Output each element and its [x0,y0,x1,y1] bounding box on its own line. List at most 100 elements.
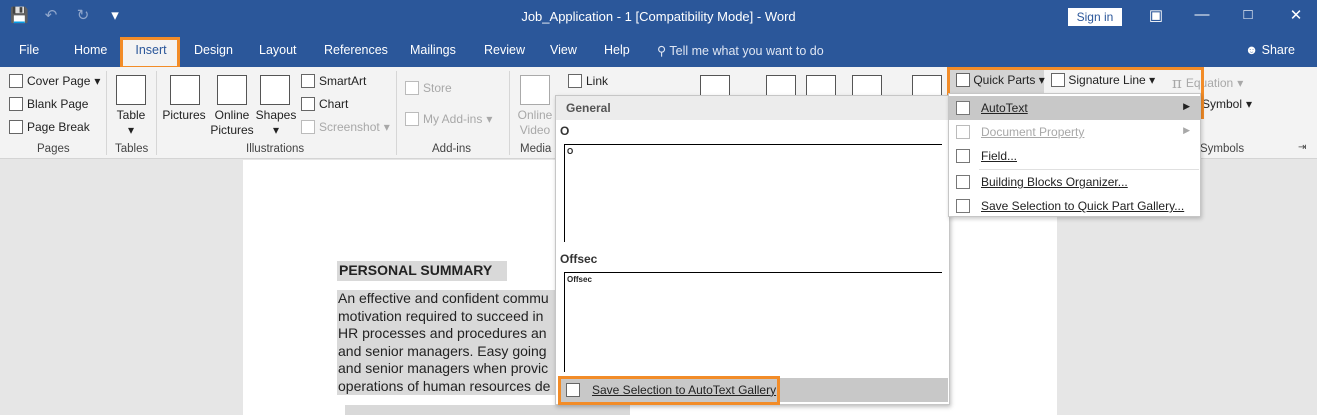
equation-button[interactable]: π Equation ▾ [1172,74,1243,92]
tab-mailings[interactable]: Mailings [410,43,456,57]
menu-item-label: AutoText [981,101,1028,115]
tab-home[interactable]: Home [74,43,107,57]
gallery-category-general: General [556,96,949,120]
online-video-icon [520,75,550,105]
smartart-icon [301,74,315,88]
save-selection-autotext-label: Save Selection to AutoText Gallery [592,383,777,397]
tab-design[interactable]: Design [194,43,233,57]
tab-help[interactable]: Help [604,43,630,57]
my-addins-button[interactable]: My Add-ins ▾ [405,112,492,126]
separator [106,71,107,155]
quick-parts-menu: AutoText ▶ Document Property ▶ Field... … [948,93,1201,217]
menu-item-building-blocks-organizer[interactable]: Building Blocks Organizer... [949,170,1200,194]
page-break-icon [9,120,23,134]
tell-me-text: Tell me what you want to do [669,44,824,58]
shapes-label: Shapes [255,108,297,122]
online-video-button[interactable]: Online Video [512,108,558,138]
chart-icon [301,97,315,111]
submenu-arrow-icon: ▶ [1183,125,1190,135]
menu-item-save-quick-part[interactable]: Save Selection to Quick Part Gallery... [949,194,1200,218]
ribbon-display-options-icon[interactable]: ▣ [1146,6,1166,24]
selection-highlight [345,405,630,415]
screenshot-label: Screenshot [319,120,380,134]
pi-icon: π [1172,74,1182,92]
screenshot-button[interactable]: Screenshot ▾ [301,120,390,134]
autotext-gallery: General O O Offsec Offsec Save Selection… [555,95,950,405]
menu-item-label: Document Property [981,125,1085,139]
menu-item-autotext[interactable]: AutoText ▶ [949,96,1200,120]
chart-label: Chart [319,97,349,111]
cover-page-icon [9,74,23,88]
smartart-button[interactable]: SmartArt [301,74,366,88]
media-group-label: Media [520,143,552,155]
menu-item-label: Save Selection to Quick Part Gallery... [981,199,1185,213]
smartart-label: SmartArt [319,74,367,88]
store-button[interactable]: Store [405,81,452,95]
menu-item-label: Building Blocks Organizer... [981,175,1128,189]
share-label: Share [1261,43,1295,57]
symbol-button[interactable]: Symbol ▾ [1202,97,1252,111]
blank-page-button[interactable]: Blank Page [9,97,88,111]
save-quick-part-icon [956,199,970,213]
illustrations-group-label: Illustrations [246,143,305,155]
autotext-entry-offsec[interactable]: Offsec [564,272,942,372]
table-icon [116,75,146,105]
tab-view[interactable]: View [550,43,577,57]
online-video-label-2: Video [519,123,551,137]
sign-in-button[interactable]: Sign in [1068,8,1122,26]
minimize-icon[interactable]: — [1192,6,1212,23]
online-pictures-label-2: Pictures [210,123,254,137]
chart-button[interactable]: Chart [301,97,348,111]
tell-me-search[interactable]: ⚲ Tell me what you want to do [657,43,824,58]
blank-page-label: Blank Page [27,97,89,111]
signature-line-icon [1051,73,1065,87]
pictures-button[interactable]: Pictures [160,108,208,123]
cover-page-button[interactable]: Cover Page ▾ [9,74,100,88]
field-icon [956,149,970,163]
page-break-label: Page Break [27,120,90,134]
menu-item-document-property[interactable]: Document Property ▶ [949,120,1200,144]
menu-item-label: Field... [981,149,1018,163]
link-button[interactable]: Link [568,74,608,88]
close-icon[interactable]: ✕ [1286,6,1306,24]
tables-group-label: Tables [115,143,149,155]
online-pictures-button[interactable]: Online Pictures [208,108,256,138]
save-autotext-icon [566,383,580,397]
document-heading[interactable]: PERSONAL SUMMARY [337,261,507,281]
symbol-label: Symbol [1202,97,1243,111]
shapes-button[interactable]: Shapes ▾ [254,108,298,138]
addins-group-label: Add-ins [432,143,471,155]
maximize-icon[interactable]: □ [1238,6,1258,23]
quick-parts-label: Quick Parts [973,73,1036,87]
collapse-ribbon-icon[interactable]: ⇥ [1298,142,1306,153]
tab-file[interactable]: File [19,43,39,57]
quick-parts-icon [956,73,970,87]
autotext-entry-o[interactable]: O [564,144,942,242]
share-button[interactable]: ☻ Share [1245,43,1295,57]
tab-layout[interactable]: Layout [259,43,297,57]
ribbon-tabs: File Home Insert Design Layout Reference… [0,34,1317,67]
separator [509,71,510,155]
link-label: Link [586,74,609,88]
tab-review[interactable]: Review [484,43,525,57]
tab-insert[interactable]: Insert [123,38,179,67]
equation-label: Equation [1185,76,1234,90]
save-selection-autotext-button[interactable]: Save Selection to AutoText Gallery [558,378,948,402]
table-button[interactable]: Table ▾ [112,108,150,138]
separator [156,71,157,155]
document-property-icon [956,125,970,139]
shapes-icon [260,75,290,105]
page-break-button[interactable]: Page Break [9,120,90,134]
screenshot-icon [301,120,315,134]
building-blocks-icon [956,175,970,189]
quick-parts-button[interactable]: Quick Parts ▾ [950,68,1045,93]
signature-line-button[interactable]: Signature Line ▾ [1045,68,1165,93]
symbols-group-label: Symbols [1200,143,1245,155]
tab-references[interactable]: References [324,43,388,57]
separator [396,71,397,155]
pictures-icon [170,75,200,105]
menu-item-field[interactable]: Field... [949,144,1200,168]
online-video-label-1: Online [517,108,553,122]
autotext-entry-name: O [560,124,570,138]
online-pictures-label-1: Online [214,108,250,122]
